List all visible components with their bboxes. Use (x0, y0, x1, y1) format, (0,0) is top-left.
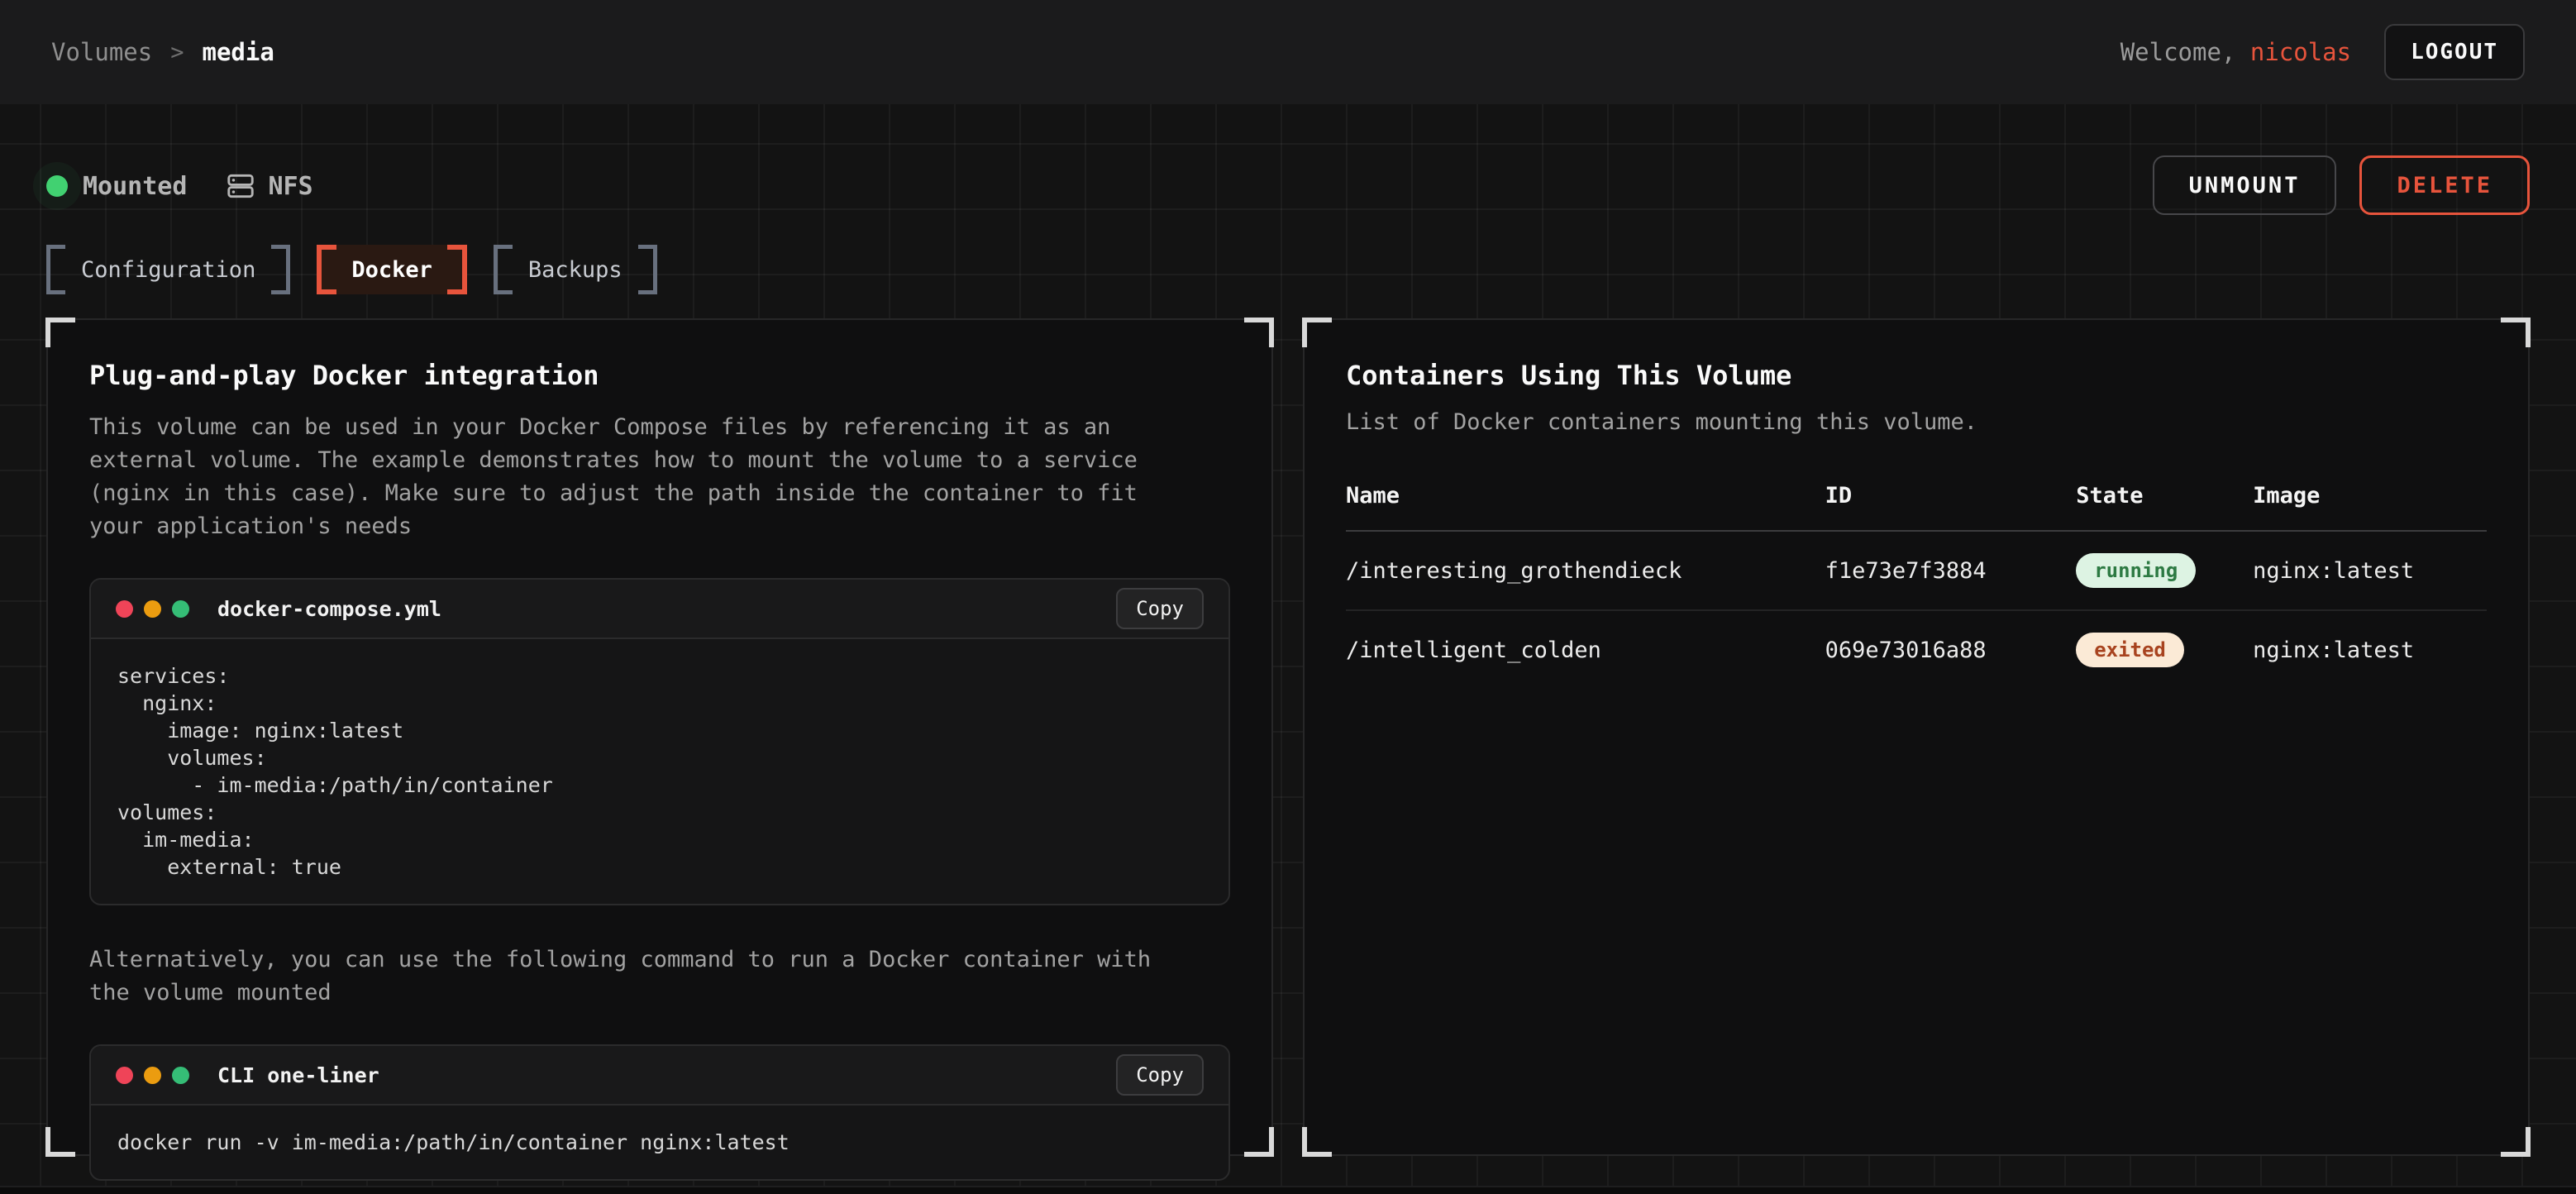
container-image: nginx:latest (2253, 610, 2487, 689)
status-badge: exited (2076, 633, 2184, 667)
breadcrumb: Volumes > media (51, 38, 274, 66)
compose-code-block: docker-compose.yml Copy services: nginx:… (89, 578, 1230, 905)
table-row: /interesting_grothendieck f1e73e7f3884 r… (1346, 531, 2487, 610)
table-header-row: Name ID State Image (1346, 483, 2487, 531)
window-dot-red-icon (116, 1067, 133, 1084)
cli-block-title: CLI one-liner (217, 1063, 379, 1087)
breadcrumb-volumes-link[interactable]: Volumes (51, 38, 152, 66)
corner-bracket (2501, 1127, 2531, 1157)
tab-bar: Configuration Docker Backups (46, 245, 2530, 294)
breadcrumb-current-volume: media (202, 38, 274, 66)
cli-intro-text: Alternatively, you can use the following… (89, 943, 1176, 1010)
username: nicolas (2250, 38, 2351, 66)
window-dot-green-icon (172, 1067, 189, 1084)
containers-panel-title: Containers Using This Volume (1346, 360, 2487, 391)
window-dot-yellow-icon (144, 1067, 161, 1084)
volume-actions: UNMOUNT DELETE (2153, 155, 2530, 215)
corner-bracket (45, 318, 75, 347)
cli-code-header: CLI one-liner Copy (91, 1046, 1228, 1106)
welcome-message: Welcome, nicolas (2120, 38, 2351, 66)
mount-status-label: Mounted (83, 172, 187, 201)
mounted-status-dot-icon (46, 175, 68, 197)
tab-docker[interactable]: Docker (317, 245, 467, 294)
footer-strip (0, 1186, 2576, 1194)
window-dot-red-icon (116, 600, 133, 618)
docker-panel-description: This volume can be used in your Docker C… (89, 411, 1176, 543)
fs-type-label: NFS (268, 172, 312, 201)
corner-bracket (1302, 1127, 1332, 1157)
cli-code-content: docker run -v im-media:/path/in/containe… (91, 1106, 1228, 1179)
logout-button[interactable]: LOGOUT (2384, 24, 2525, 80)
column-header-id: ID (1825, 483, 2077, 531)
corner-bracket (45, 1127, 75, 1157)
main-content: Mounted NFS UNMOUNT DELETE Configuration… (0, 104, 2576, 1194)
container-id: f1e73e7f3884 (1825, 531, 2077, 610)
table-row: /intelligent_colden 069e73016a88 exited … (1346, 610, 2487, 689)
tab-backups[interactable]: Backups (494, 245, 657, 294)
docker-panel-title: Plug-and-play Docker integration (89, 360, 1230, 391)
container-name: /intelligent_colden (1346, 610, 1825, 689)
corner-bracket (2501, 318, 2531, 347)
containers-panel-subtitle: List of Docker containers mounting this … (1346, 409, 2487, 435)
compose-code-header: docker-compose.yml Copy (91, 580, 1228, 639)
compose-code-content: services: nginx: image: nginx:latest vol… (91, 639, 1228, 904)
cli-code-block: CLI one-liner Copy docker run -v im-medi… (89, 1044, 1230, 1181)
window-dot-green-icon (172, 600, 189, 618)
tab-configuration[interactable]: Configuration (46, 245, 290, 294)
topbar-right: Welcome, nicolas LOGOUT (2120, 24, 2525, 80)
unmount-button[interactable]: UNMOUNT (2153, 155, 2337, 215)
docker-integration-panel: Plug-and-play Docker integration This vo… (46, 318, 1273, 1156)
corner-bracket (1244, 318, 1274, 347)
container-name: /interesting_grothendieck (1346, 531, 1825, 610)
container-id: 069e73016a88 (1825, 610, 2077, 689)
window-dots (116, 1067, 189, 1084)
server-stack-icon (225, 170, 256, 202)
delete-button[interactable]: DELETE (2359, 155, 2530, 215)
containers-table: Name ID State Image /interesting_grothen… (1346, 483, 2487, 689)
panels-row: Plug-and-play Docker integration This vo… (46, 318, 2530, 1156)
filesystem-type: NFS (225, 170, 312, 202)
corner-bracket (1244, 1127, 1274, 1157)
compose-copy-button[interactable]: Copy (1116, 588, 1204, 629)
compose-filename: docker-compose.yml (217, 597, 441, 621)
status-badge: running (2076, 553, 2196, 588)
container-image: nginx:latest (2253, 531, 2487, 610)
corner-bracket (1302, 318, 1332, 347)
cli-copy-button[interactable]: Copy (1116, 1054, 1204, 1096)
column-header-name: Name (1346, 483, 1825, 531)
window-dots (116, 600, 189, 618)
containers-panel: Containers Using This Volume List of Doc… (1303, 318, 2530, 1156)
column-header-state: State (2076, 483, 2253, 531)
welcome-prefix: Welcome, (2120, 38, 2236, 66)
top-bar: Volumes > media Welcome, nicolas LOGOUT (0, 0, 2576, 104)
breadcrumb-separator-icon: > (170, 40, 184, 65)
window-dot-yellow-icon (144, 600, 161, 618)
column-header-image: Image (2253, 483, 2487, 531)
